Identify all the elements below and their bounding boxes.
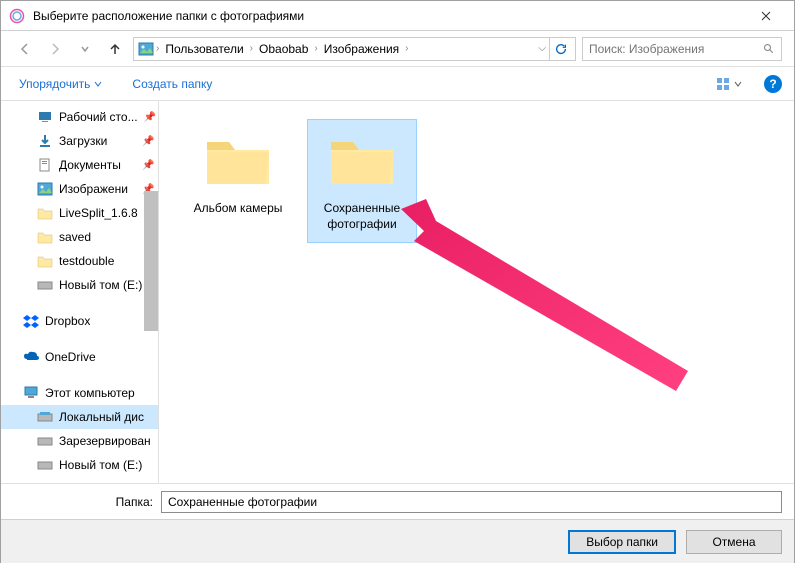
pictures-icon [138,41,154,57]
app-icon [9,8,25,24]
sidebar-newvol[interactable]: Новый том (E:) [1,453,158,477]
downloads-icon [37,133,53,149]
folder-label: Альбом камеры [188,201,288,217]
sidebar-thispc[interactable]: Этот компьютер [1,381,158,405]
arrow-left-icon [17,41,33,57]
toolbar: Упорядочить Создать папку ? [1,67,794,101]
tree-label: Этот компьютер [45,386,135,400]
main-area: Рабочий сто... 📌 Загрузки 📌 Документы 📌 … [1,101,794,483]
sidebar-reserved[interactable]: Зарезервирован [1,429,158,453]
button-row: Выбор папки Отмена [1,519,794,563]
folder-item[interactable]: Сохраненные фотографии [307,119,417,243]
refresh-icon [554,42,568,56]
view-button[interactable] [712,73,746,95]
onedrive-icon [23,349,39,365]
tree-label: OneDrive [45,350,96,364]
folder-item[interactable]: Альбом камеры [183,119,293,228]
breadcrumb-bar[interactable]: › Пользователи › Obaobab › Изображения ›… [133,37,576,61]
breadcrumb-item[interactable]: Пользователи [159,42,249,56]
sidebar-item[interactable]: LiveSplit_1.6.8 [1,201,158,225]
drive-icon [37,409,53,425]
sidebar-item[interactable]: Изображени 📌 [1,177,158,201]
new-folder-button[interactable]: Создать папку [126,73,218,95]
drive-icon [37,277,53,293]
arrow-right-icon [47,41,63,57]
refresh-button[interactable] [549,38,571,60]
help-button[interactable]: ? [764,75,782,93]
tree-label: Локальный дис [59,410,144,424]
tree-label: Dropbox [45,314,90,328]
organize-button[interactable]: Упорядочить [13,73,108,95]
tree-label: Загрузки [59,134,107,148]
breadcrumb-dropdown[interactable]: ⌵ [534,43,550,54]
close-button[interactable] [746,2,786,30]
folder-field-label: Папка: [13,495,153,509]
breadcrumb-sep: › [405,43,408,54]
chevron-down-icon [734,80,742,88]
breadcrumb-item[interactable]: Изображения [318,42,405,56]
dropbox-icon [23,313,39,329]
sidebar-item[interactable]: Документы 📌 [1,153,158,177]
tree-label: Документы [59,158,121,172]
pin-icon: 📌 [142,160,154,171]
folder-name-row: Папка: [1,483,794,519]
sidebar-item[interactable]: testdouble [1,249,158,273]
tree-label: Новый том (E:) [59,458,142,472]
drive-icon [37,433,53,449]
pin-icon: 📌 [144,112,156,123]
tree-label: Зарезервирован [59,434,151,448]
sidebar-onedrive[interactable]: OneDrive [1,345,158,369]
tree-label: LiveSplit_1.6.8 [59,206,138,220]
tree-label: Рабочий сто... [59,110,138,124]
folder-icon [325,130,399,190]
sidebar-localdisk[interactable]: Локальный дис [1,405,158,429]
breadcrumb-item[interactable]: Obaobab [253,42,314,56]
folder-icon [201,130,275,190]
window-title: Выберите расположение папки с фотография… [33,9,746,23]
new-folder-label: Создать папку [132,77,212,91]
view-icon [716,77,732,91]
folder-icon [37,253,53,269]
title-bar: Выберите расположение папки с фотография… [1,1,794,31]
folder-label: Сохраненные фотографии [312,201,412,232]
arrow-up-icon [107,41,123,57]
search-input[interactable] [589,42,763,56]
folder-name-input[interactable] [161,491,782,513]
search-box[interactable] [582,37,782,61]
forward-button[interactable] [43,37,67,61]
sidebar[interactable]: Рабочий сто... 📌 Загрузки 📌 Документы 📌 … [1,101,159,483]
thispc-icon [23,385,39,401]
tree-label: Новый том (E:) [59,278,142,292]
select-folder-button[interactable]: Выбор папки [568,530,676,554]
content-pane[interactable]: Альбом камеры Сохраненные фотографии [159,101,794,483]
folder-icon [37,229,53,245]
recent-dropdown[interactable] [73,37,97,61]
chevron-down-icon [80,44,90,54]
close-icon [761,11,771,21]
folder-icon [37,205,53,221]
pin-icon: 📌 [142,136,154,147]
sidebar-item[interactable]: Загрузки 📌 [1,129,158,153]
tree-label: testdouble [59,254,114,268]
search-icon [763,43,775,55]
sidebar-dropbox[interactable]: Dropbox [1,309,158,333]
nav-row: › Пользователи › Obaobab › Изображения ›… [1,31,794,67]
tree-label: saved [59,230,91,244]
sidebar-item[interactable]: Рабочий сто... 📌 [1,105,158,129]
chevron-down-icon [94,80,102,88]
tree-label: Изображени [59,182,128,196]
sidebar-item[interactable]: Новый том (E:) [1,273,158,297]
organize-label: Упорядочить [19,77,90,91]
drive-icon [37,457,53,473]
cancel-button[interactable]: Отмена [686,530,782,554]
up-button[interactable] [103,37,127,61]
back-button[interactable] [13,37,37,61]
sidebar-item[interactable]: saved [1,225,158,249]
sidebar-scrollbar[interactable] [144,191,158,331]
desktop-icon [37,109,53,125]
pictures-icon [37,181,53,197]
documents-icon [37,157,53,173]
